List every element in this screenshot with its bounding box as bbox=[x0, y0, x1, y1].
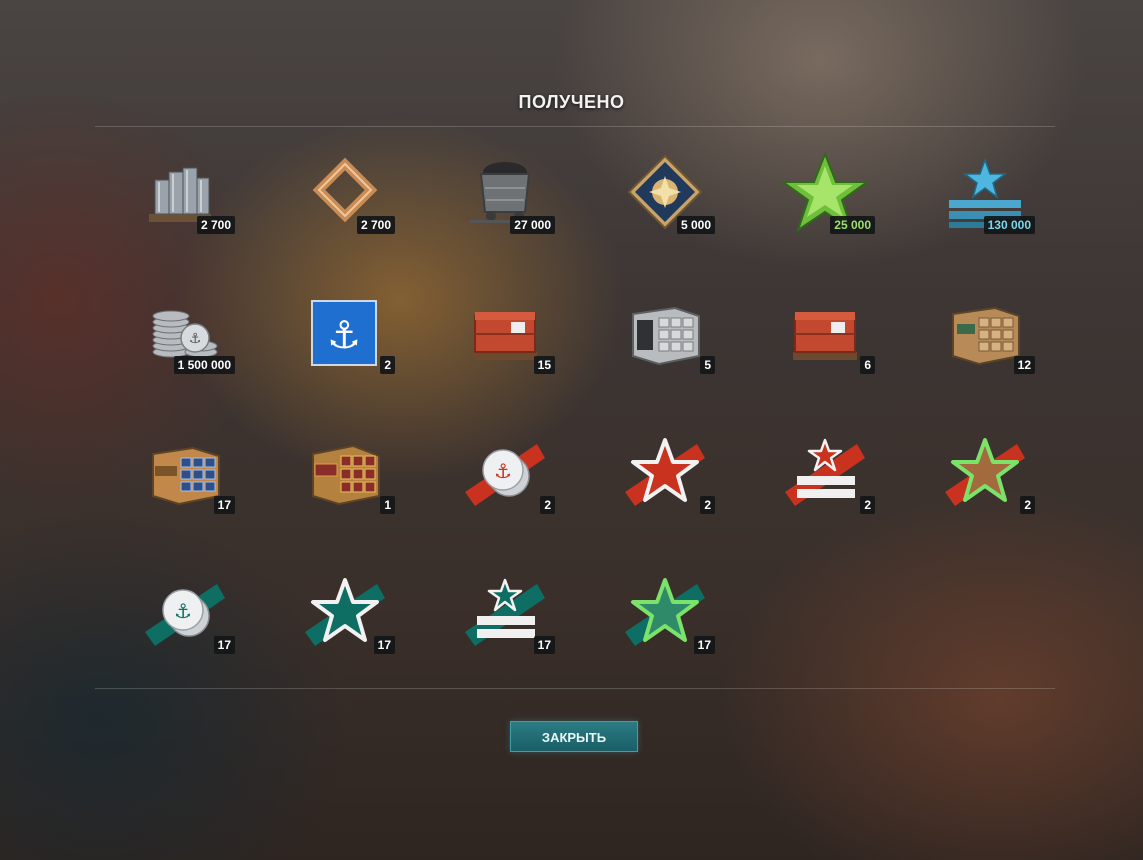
reward-port-slot[interactable]: ⚓ 2 bbox=[285, 290, 405, 390]
reward-credits[interactable]: ⚓ 1 500 000 bbox=[125, 290, 245, 390]
reward-coal[interactable]: 27 000 bbox=[445, 150, 565, 250]
bottom-divider bbox=[95, 688, 1055, 689]
reward-count: 2 700 bbox=[196, 216, 235, 234]
reward-count: 17 bbox=[373, 636, 395, 654]
svg-text:⚓: ⚓ bbox=[174, 599, 192, 623]
reward-elite-commander-xp[interactable]: 25 000 bbox=[765, 150, 885, 250]
reward-count: 2 bbox=[540, 496, 555, 514]
reward-red-container-2[interactable]: 6 bbox=[765, 290, 885, 390]
reward-count: 2 700 bbox=[356, 216, 395, 234]
reward-gray-container[interactable]: 5 bbox=[605, 290, 725, 390]
reward-teal-free-xp-booster[interactable]: 17 bbox=[605, 570, 725, 670]
reward-count: 1 500 000 bbox=[173, 356, 235, 374]
reward-red-container[interactable]: 15 bbox=[445, 290, 565, 390]
page-title: ПОЛУЧЕНО bbox=[518, 92, 625, 112]
reward-count: 17 bbox=[213, 636, 235, 654]
reward-count: 5 bbox=[700, 356, 715, 374]
reward-count: 5 000 bbox=[676, 216, 715, 234]
svg-text:⚓: ⚓ bbox=[327, 313, 361, 357]
reward-gold-drawer-container[interactable]: 1 bbox=[285, 430, 405, 530]
reward-teal-commander-xp-booster[interactable]: 17 bbox=[445, 570, 565, 670]
reward-count: 17 bbox=[213, 496, 235, 514]
top-divider bbox=[95, 126, 1055, 127]
close-button[interactable]: ЗАКРЫТЬ bbox=[510, 721, 638, 752]
reward-count: 25 000 bbox=[830, 216, 875, 234]
reward-count: 130 000 bbox=[983, 216, 1035, 234]
reward-free-xp[interactable]: 130 000 bbox=[925, 150, 1045, 250]
reward-count: 12 bbox=[1013, 356, 1035, 374]
reward-count: 17 bbox=[533, 636, 555, 654]
reward-steel[interactable]: 2 700 bbox=[125, 150, 245, 250]
svg-text:⚓: ⚓ bbox=[189, 331, 202, 347]
reward-teal-credits-booster[interactable]: ⚓ 17 bbox=[125, 570, 245, 670]
reward-count: 2 bbox=[380, 356, 395, 374]
reward-count: 2 bbox=[1020, 496, 1035, 514]
reward-blue-drawer-container[interactable]: 17 bbox=[125, 430, 245, 530]
reward-red-free-xp-booster[interactable]: 2 bbox=[925, 430, 1045, 530]
reward-red-xp-booster[interactable]: 2 bbox=[605, 430, 725, 530]
reward-count: 2 bbox=[700, 496, 715, 514]
svg-text:⚓: ⚓ bbox=[494, 459, 512, 483]
reward-count: 6 bbox=[860, 356, 875, 374]
reward-teal-xp-booster[interactable]: 17 bbox=[285, 570, 405, 670]
reward-count: 27 000 bbox=[510, 216, 555, 234]
reward-tan-container[interactable]: 12 bbox=[925, 290, 1045, 390]
reward-count: 15 bbox=[533, 356, 555, 374]
reward-count: 1 bbox=[380, 496, 395, 514]
reward-count: 2 bbox=[860, 496, 875, 514]
reward-research-points[interactable]: 5 000 bbox=[605, 150, 725, 250]
reward-red-credits-booster[interactable]: ⚓ 2 bbox=[445, 430, 565, 530]
reward-count: 17 bbox=[693, 636, 715, 654]
reward-red-commander-xp-booster[interactable]: 2 bbox=[765, 430, 885, 530]
reward-coal-frame[interactable]: 2 700 bbox=[285, 150, 405, 250]
